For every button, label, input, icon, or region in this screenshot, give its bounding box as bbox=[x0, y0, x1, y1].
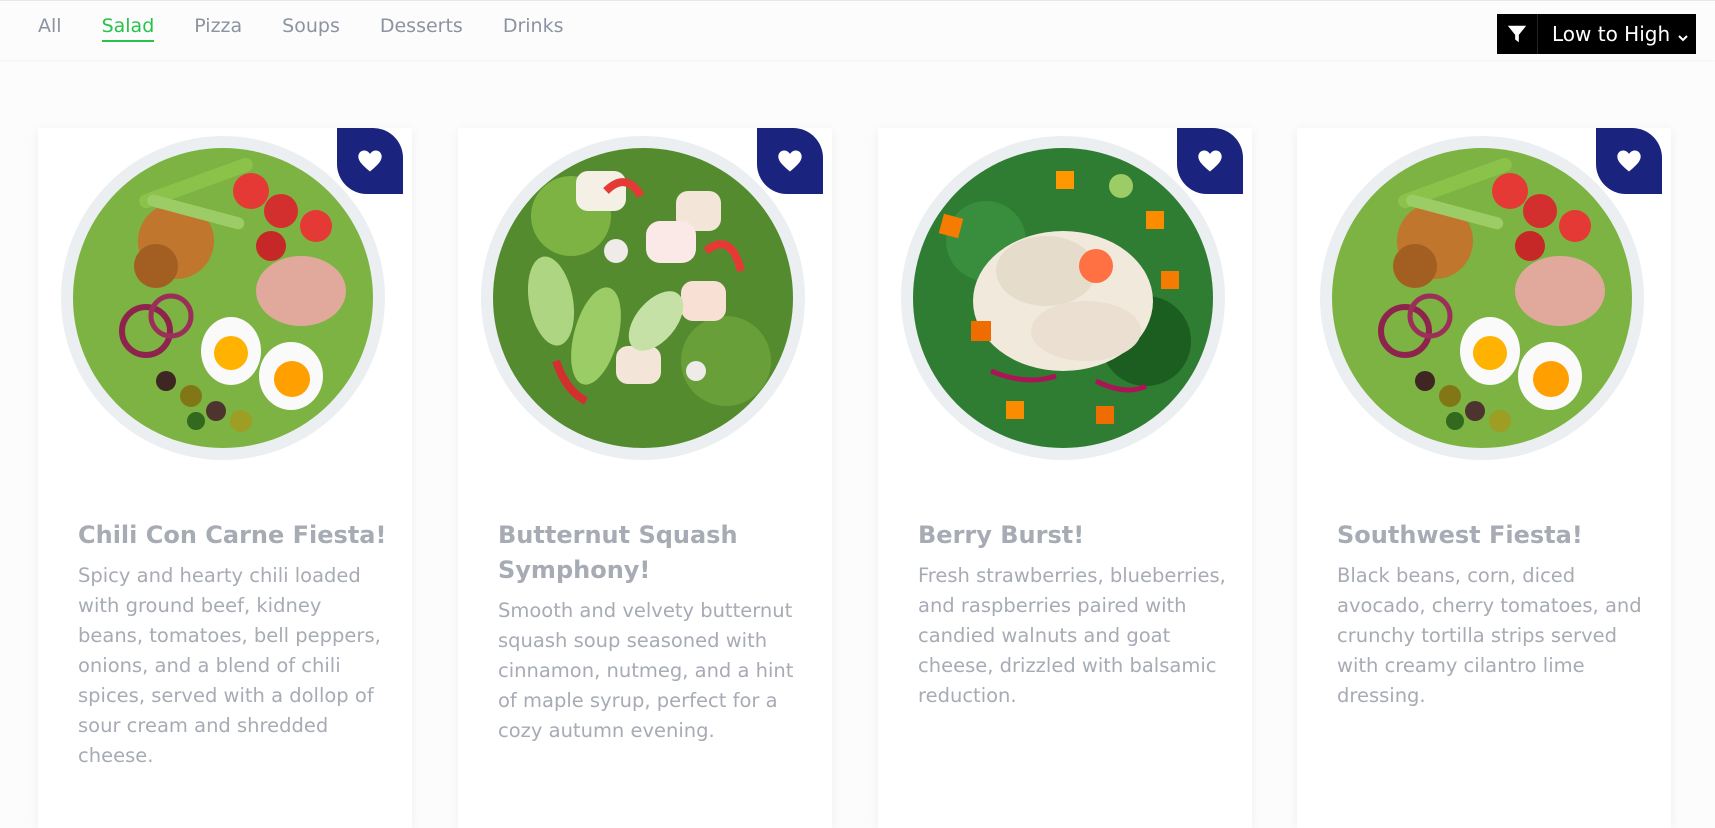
menu-card[interactable]: Berry Burst! Fresh strawberries, blueber… bbox=[878, 128, 1252, 828]
card-description: Spicy and hearty chili loaded with groun… bbox=[78, 564, 381, 767]
favorite-button[interactable] bbox=[1177, 128, 1243, 194]
menu-card[interactable]: Chili Con Carne Fiesta! Spicy and hearty… bbox=[38, 128, 412, 828]
salad-image bbox=[1315, 131, 1649, 465]
salad-image bbox=[896, 131, 1230, 465]
tab-desserts[interactable]: Desserts bbox=[380, 13, 463, 42]
tab-all[interactable]: All bbox=[38, 13, 62, 42]
heart-icon bbox=[1617, 150, 1641, 172]
tab-drinks[interactable]: Drinks bbox=[503, 13, 564, 42]
filter-icon[interactable] bbox=[1497, 14, 1537, 54]
menu-card[interactable]: Butternut Squash Symphony! Smooth and ve… bbox=[458, 128, 832, 828]
heart-icon bbox=[1198, 150, 1222, 172]
sort-select-value: Low to High bbox=[1552, 22, 1671, 46]
menu-card[interactable]: Southwest Fiesta! Black beans, corn, dic… bbox=[1297, 128, 1671, 828]
category-tabs: All Salad Pizza Soups Desserts Drinks bbox=[38, 13, 604, 42]
tab-salad[interactable]: Salad bbox=[101, 13, 155, 42]
chevron-down-icon bbox=[1676, 26, 1690, 50]
card-title: Butternut Squash Symphony! bbox=[498, 521, 738, 584]
salad-image bbox=[56, 131, 390, 465]
card-description: Black beans, corn, diced avocado, cherry… bbox=[1337, 564, 1642, 707]
top-bar: All Salad Pizza Soups Desserts Drinks Lo… bbox=[0, 0, 1715, 60]
card-description: Smooth and velvety butternut squash soup… bbox=[498, 599, 794, 742]
card-title: Southwest Fiesta! bbox=[1337, 521, 1583, 549]
heart-icon bbox=[778, 150, 802, 172]
favorite-button[interactable] bbox=[757, 128, 823, 194]
salad-image bbox=[476, 131, 810, 465]
favorite-button[interactable] bbox=[1596, 128, 1662, 194]
sort-select[interactable]: Low to High bbox=[1537, 14, 1696, 54]
sort-control: Low to High bbox=[1497, 14, 1696, 54]
card-title: Berry Burst! bbox=[918, 521, 1085, 549]
card-description: Fresh strawberries, blueberries, and ras… bbox=[918, 564, 1226, 707]
heart-icon bbox=[358, 150, 382, 172]
favorite-button[interactable] bbox=[337, 128, 403, 194]
card-title: Chili Con Carne Fiesta! bbox=[78, 521, 387, 549]
tab-soups[interactable]: Soups bbox=[282, 13, 340, 42]
tab-pizza[interactable]: Pizza bbox=[194, 13, 242, 42]
